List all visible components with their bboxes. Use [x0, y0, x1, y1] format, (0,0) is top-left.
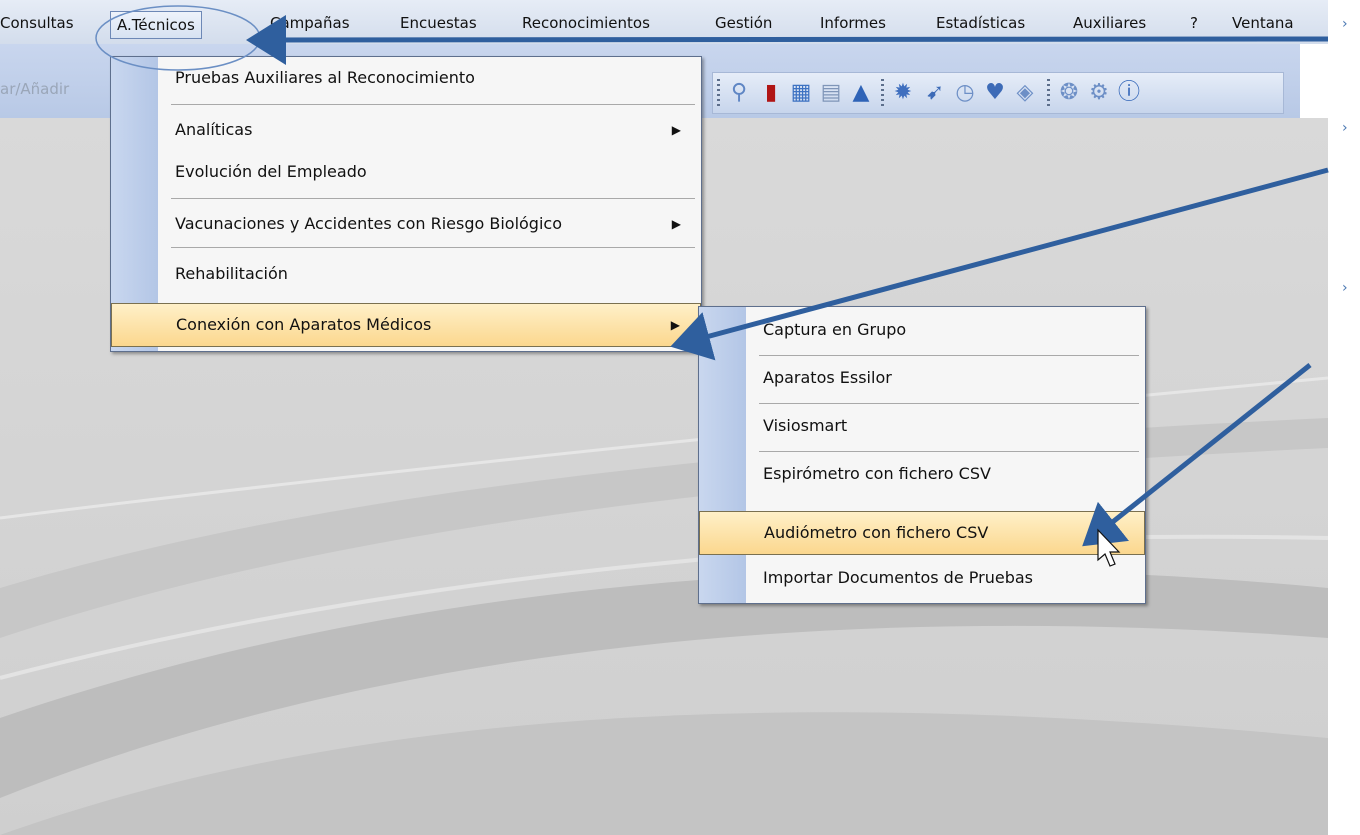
menu-item-label: Analíticas	[175, 120, 253, 139]
menu-item-label: Rehabilitación	[175, 264, 288, 283]
toolbar-search-label[interactable]: ar/Añadir	[0, 80, 69, 98]
submenu-arrow-icon: ▶	[671, 217, 681, 231]
bullet-marker: ›	[1342, 16, 1348, 32]
menu-item-vacunaciones[interactable]: Vacunaciones y Accidentes con Riesgo Bio…	[111, 203, 701, 245]
menu-separator	[171, 104, 695, 105]
menu-item-rehabilitacion[interactable]: Rehabilitación	[111, 253, 701, 295]
menu-item-label: Captura en Grupo	[763, 320, 907, 339]
menu-separator	[759, 355, 1139, 356]
gear-icon[interactable]: ✹	[889, 79, 917, 107]
submenu-item-importar-documentos[interactable]: Importar Documentos de Pruebas	[699, 557, 1145, 599]
menu-campanas[interactable]: Campañas	[270, 12, 350, 34]
clock-icon[interactable]: ◷	[951, 79, 979, 107]
toolbar-separator	[717, 79, 720, 107]
menu-ventana[interactable]: Ventana	[1232, 12, 1294, 34]
lifebuoy-icon[interactable]: ❂	[1055, 79, 1083, 107]
heart-icon[interactable]: ♥	[981, 79, 1009, 107]
submenu-item-visiosmart[interactable]: Visiosmart	[699, 405, 1145, 447]
menu-gestion[interactable]: Gestión	[715, 12, 772, 34]
menu-item-label: Pruebas Auxiliares al Reconocimiento	[175, 68, 475, 87]
menu-reconocimientos[interactable]: Reconocimientos	[522, 12, 650, 34]
settings-icon[interactable]: ⚙	[1085, 79, 1113, 107]
menu-item-label: Evolución del Empleado	[175, 162, 367, 181]
menu-encuestas[interactable]: Encuestas	[400, 12, 477, 34]
menu-help[interactable]: ?	[1190, 12, 1198, 34]
submenu-item-audiometro[interactable]: Audiómetro con fichero CSV	[699, 511, 1145, 555]
menu-item-label: Visiosmart	[763, 416, 848, 435]
book-icon[interactable]: ▮	[757, 79, 785, 107]
menu-separator	[171, 247, 695, 248]
warning-icon[interactable]: ▲	[847, 79, 875, 107]
atecnicos-dropdown: Pruebas Auxiliares al Reconocimiento Ana…	[110, 56, 702, 352]
menu-item-pruebas-auxiliares[interactable]: Pruebas Auxiliares al Reconocimiento	[111, 57, 701, 99]
menu-atecnicos[interactable]: A.Técnicos	[110, 11, 202, 39]
calendar-icon[interactable]: ▦	[787, 79, 815, 107]
menu-separator	[171, 198, 695, 199]
menu-item-evolucion[interactable]: Evolución del Empleado	[111, 151, 701, 193]
menu-item-label: Vacunaciones y Accidentes con Riesgo Bio…	[175, 214, 562, 233]
bullet-marker: ›	[1342, 280, 1348, 296]
menu-item-label: Conexión con Aparatos Médicos	[176, 315, 432, 334]
menu-estadisticas[interactable]: Estadísticas	[936, 12, 1025, 34]
submenu-item-espirometro[interactable]: Espirómetro con fichero CSV	[699, 453, 1145, 495]
clipboard-icon[interactable]: ▤	[817, 79, 845, 107]
menu-informes[interactable]: Informes	[820, 12, 886, 34]
menu-item-label: Espirómetro con fichero CSV	[763, 464, 991, 483]
menu-bar: Consultas A.Técnicos Campañas Encuestas …	[0, 0, 1328, 44]
send-icon[interactable]: ➹	[921, 79, 949, 107]
menu-auxiliares[interactable]: Auxiliares	[1073, 12, 1146, 34]
toolbar-separator	[881, 79, 884, 107]
submenu-arrow-icon: ▶	[671, 123, 681, 137]
menu-item-label: Aparatos Essilor	[763, 368, 892, 387]
submenu-item-captura-grupo[interactable]: Captura en Grupo	[699, 309, 1145, 351]
toolbar-separator	[1047, 79, 1050, 107]
toolbar-icon-strip: ⚲ ▮ ▦ ▤ ▲ ✹ ➹ ◷ ♥ ◈ ❂ ⚙ ⓘ	[712, 72, 1284, 114]
submenu-item-essilor[interactable]: Aparatos Essilor	[699, 357, 1145, 399]
aparatos-submenu: Captura en Grupo Aparatos Essilor Visios…	[698, 306, 1146, 604]
menu-separator	[759, 451, 1139, 452]
menu-consultas[interactable]: Consultas	[0, 12, 74, 34]
menu-separator	[759, 403, 1139, 404]
menu-item-conexion-aparatos[interactable]: Conexión con Aparatos Médicos ▶	[111, 303, 701, 347]
lightbulb-icon[interactable]: ⚲	[725, 79, 753, 107]
bullet-marker: ›	[1342, 120, 1348, 136]
menu-item-label: Audiómetro con fichero CSV	[764, 523, 989, 542]
menu-item-label: Importar Documentos de Pruebas	[763, 568, 1033, 587]
menu-item-analiticas[interactable]: Analíticas ▶	[111, 109, 701, 151]
pill-icon[interactable]: ◈	[1011, 79, 1039, 107]
submenu-arrow-icon: ▶	[670, 318, 680, 332]
info-icon[interactable]: ⓘ	[1115, 79, 1143, 107]
